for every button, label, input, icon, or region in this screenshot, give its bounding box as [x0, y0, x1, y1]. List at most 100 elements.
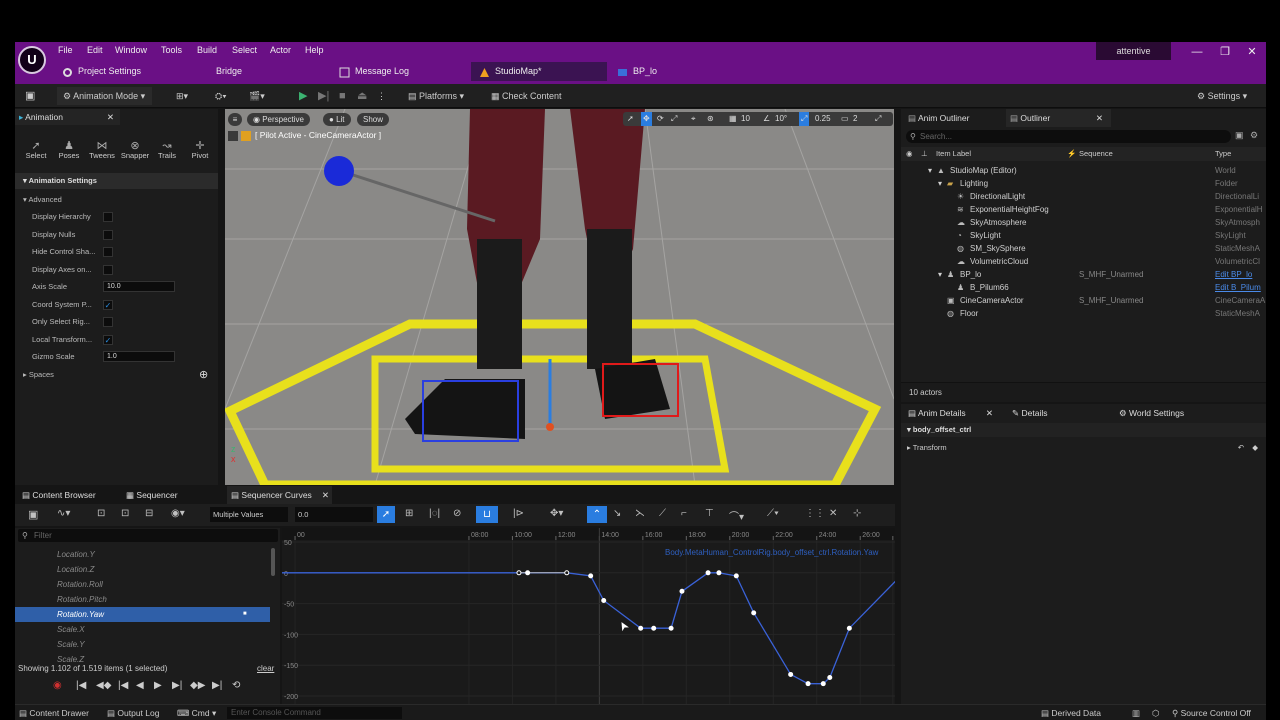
time-snap-icon[interactable]: |⊳: [513, 508, 524, 519]
menu-edit[interactable]: Edit: [87, 45, 103, 55]
column-item-label[interactable]: Item Label: [936, 147, 971, 161]
collapse-icon[interactable]: ▾: [938, 177, 942, 190]
menu-tools[interactable]: Tools: [161, 45, 182, 55]
menu-file[interactable]: File: [58, 45, 73, 55]
add-icon[interactable]: ⊕: [199, 367, 208, 384]
outliner-row[interactable]: ▣ CineCameraActor S_MHF_Unarmed CineCameraA: [901, 294, 1265, 307]
curve-key[interactable]: [751, 610, 757, 616]
world-space-icon[interactable]: ⌖: [691, 112, 696, 126]
derived-data-button[interactable]: ▤ Derived Data: [1041, 704, 1101, 720]
close-icon[interactable]: ✕: [1096, 109, 1103, 127]
tool-tweens[interactable]: ⋈ Tweens: [87, 139, 117, 160]
key-icon[interactable]: ◆: [1252, 441, 1258, 455]
curve-list-scrollbar[interactable]: [271, 548, 275, 576]
curve-filter-input[interactable]: ⚲ Filter: [18, 529, 278, 542]
play-icon[interactable]: ▶: [154, 680, 162, 691]
settings-icon[interactable]: ⚙: [1250, 130, 1258, 141]
jump-start-icon[interactable]: |◀: [76, 680, 86, 691]
flatten-icon[interactable]: ⊤: [705, 508, 714, 519]
key-value-field[interactable]: 0.0: [295, 507, 373, 522]
curve-list-item[interactable]: Rotation.Pitch: [15, 592, 270, 607]
setting-checkbox[interactable]: [103, 247, 113, 257]
select-tool-icon[interactable]: ➚: [377, 506, 395, 523]
tool-select[interactable]: ➚ Select: [21, 139, 51, 160]
revision-icon[interactable]: ▥: [1132, 704, 1140, 720]
more-options-icon[interactable]: ⋮: [377, 84, 386, 108]
tab-sequencer-curves[interactable]: ▤ Sequencer Curves ✕: [227, 486, 332, 504]
stop-icon[interactable]: ■: [339, 84, 346, 108]
break-tangent-icon[interactable]: ⋋: [635, 508, 645, 519]
transform-tool-icon[interactable]: ⊞: [405, 508, 413, 519]
maximize-button[interactable]: ❐: [1211, 42, 1239, 62]
sync-icon[interactable]: ⬡: [1152, 704, 1159, 720]
add-key-icon[interactable]: ⊹: [853, 508, 861, 519]
tool-poses[interactable]: ♟ Poses: [54, 139, 84, 160]
tangent-type-icon[interactable]: ⟋▾: [767, 508, 779, 519]
curve-filter-icon[interactable]: ⌒▾: [729, 508, 744, 523]
user-tangent-icon[interactable]: ↘: [613, 508, 621, 519]
normalize-icon[interactable]: ⋮⋮: [805, 508, 825, 519]
column-sequence[interactable]: Sequence: [1079, 147, 1113, 161]
close-icon[interactable]: ✕: [322, 486, 329, 504]
camera-speed-icon[interactable]: ▭: [841, 112, 849, 126]
outliner-edit-link[interactable]: Edit BP_lo: [1215, 268, 1266, 281]
curve-key[interactable]: [705, 570, 711, 576]
cmd-dropdown[interactable]: ⌨ Cmd ▾: [177, 704, 216, 720]
outliner-edit-link[interactable]: Edit B_Pilum: [1215, 281, 1266, 294]
curve-list-item[interactable]: Location.Z: [15, 562, 270, 577]
object-header[interactable]: ▾ body_offset_ctrl: [901, 423, 1266, 437]
advanced-header[interactable]: ▾ Advanced: [15, 191, 218, 208]
curve-key[interactable]: [679, 588, 685, 594]
outliner-row[interactable]: ☀ DirectionalLight DirectionalLi: [901, 190, 1259, 203]
maximize-viewport-icon[interactable]: ⤢: [875, 112, 881, 126]
curve-key[interactable]: [820, 681, 826, 687]
grid-size-value[interactable]: 10: [741, 112, 750, 126]
scale-icon[interactable]: ⤢: [671, 112, 677, 126]
viewport-menu-icon[interactable]: ≡: [228, 113, 242, 126]
tab-details[interactable]: ✎ Details: [1008, 404, 1108, 422]
curve-key[interactable]: [733, 573, 739, 579]
curve-key[interactable]: [827, 675, 833, 681]
outliner-row[interactable]: ◔ SkyLight SkyLight: [901, 229, 1258, 242]
setting-checkbox[interactable]: [103, 317, 113, 327]
prev-key-icon[interactable]: ◀◆: [96, 680, 111, 691]
close-window-button[interactable]: ✕: [1238, 42, 1266, 62]
loop-icon[interactable]: ⟲: [232, 680, 240, 691]
curve-key[interactable]: [788, 671, 794, 677]
time-ruler[interactable]: [282, 528, 895, 540]
blueprint-menu-icon[interactable]: ⛭▾: [215, 84, 227, 108]
animation-tab[interactable]: ▸ Animation ✕: [15, 109, 120, 125]
menu-actor[interactable]: Actor: [270, 45, 291, 55]
menu-select[interactable]: Select: [232, 45, 257, 55]
visibility-icon[interactable]: ◉: [906, 147, 913, 161]
setting-number-field[interactable]: 1.0: [103, 351, 175, 362]
retime-tool-icon[interactable]: |◌|: [429, 508, 440, 519]
curve-key[interactable]: [588, 573, 594, 579]
select-mode-icon[interactable]: ➚: [627, 112, 634, 126]
next-key-icon[interactable]: ◆▶: [190, 680, 205, 691]
tab-studiomap[interactable]: StudioMap*: [471, 62, 607, 81]
smart-key-icon[interactable]: ✕: [829, 508, 837, 519]
play-reverse-icon[interactable]: ◀: [136, 680, 144, 691]
mode-dropdown[interactable]: ⚙ Animation Mode ▾: [57, 87, 152, 105]
setting-checkbox[interactable]: [103, 229, 113, 240]
settings-dropdown[interactable]: ⚙ Settings ▾: [1197, 84, 1247, 108]
step-icon[interactable]: ▶|: [318, 84, 329, 108]
curve-key[interactable]: [651, 625, 657, 631]
minimize-button[interactable]: —: [1183, 42, 1211, 62]
step-forward-icon[interactable]: ▶|: [172, 680, 182, 691]
curve-key[interactable]: [716, 570, 722, 576]
linear-tangent-icon[interactable]: ⟋: [659, 508, 666, 519]
curve-key[interactable]: [638, 625, 644, 631]
menu-help[interactable]: Help: [305, 45, 324, 55]
curve-key[interactable]: [846, 625, 852, 631]
curve-key[interactable]: [516, 570, 522, 576]
outliner-row[interactable]: ◍ Floor StaticMeshA: [901, 307, 1260, 320]
curve-key[interactable]: [601, 598, 607, 604]
outliner-row[interactable]: ☁ VolumetricCloud VolumetricCl: [901, 255, 1260, 268]
curve-key[interactable]: [564, 570, 570, 576]
tab-world-settings[interactable]: ⚙ World Settings: [1115, 404, 1235, 422]
multi-scale-icon[interactable]: ⊘: [453, 508, 461, 519]
step-back-icon[interactable]: |◀: [118, 680, 128, 691]
camera-speed-value[interactable]: 2: [853, 112, 857, 126]
